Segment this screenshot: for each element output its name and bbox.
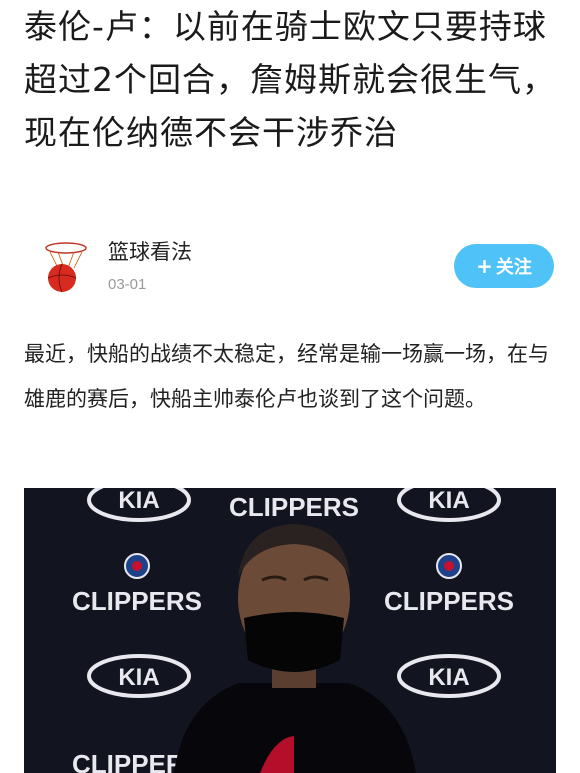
clippers-logo: CLIPPERS: [229, 492, 359, 522]
basketball-hoop-icon: [45, 242, 87, 293]
svg-text:KIA: KIA: [428, 488, 469, 514]
author-avatar[interactable]: [42, 238, 90, 294]
author-name[interactable]: 篮球看法: [108, 236, 192, 266]
article-title: 泰伦-卢：以前在骑士欧文只要持球超过2个回合，詹姆斯就会很生气，现在伦纳德不会干…: [24, 7, 556, 152]
svg-text:CLIPPERS: CLIPPERS: [384, 586, 514, 616]
svg-text:CLIPPERS: CLIPPERS: [72, 586, 202, 616]
article-paragraph: 最近，快船的战绩不太稳定，经常是输一场赢一场，在与雄鹿的赛后，快船主帅泰伦卢也谈…: [24, 342, 549, 411]
svg-text:KIA: KIA: [118, 664, 159, 691]
svg-text:KIA: KIA: [118, 488, 159, 514]
article-photo[interactable]: KIA KIA CLIPPERS CLIPPERS CLIPPERS KIA K…: [24, 488, 556, 773]
plus-icon: +: [476, 254, 493, 278]
author-row: 篮球看法 03-01 + 关注: [38, 232, 558, 302]
publish-date: 03-01: [108, 276, 147, 293]
svg-text:CLIPPERS: CLIPPERS: [229, 492, 359, 522]
svg-text:KIA: KIA: [428, 664, 469, 691]
follow-button[interactable]: + 关注: [454, 244, 554, 288]
follow-label: 关注: [495, 257, 532, 278]
